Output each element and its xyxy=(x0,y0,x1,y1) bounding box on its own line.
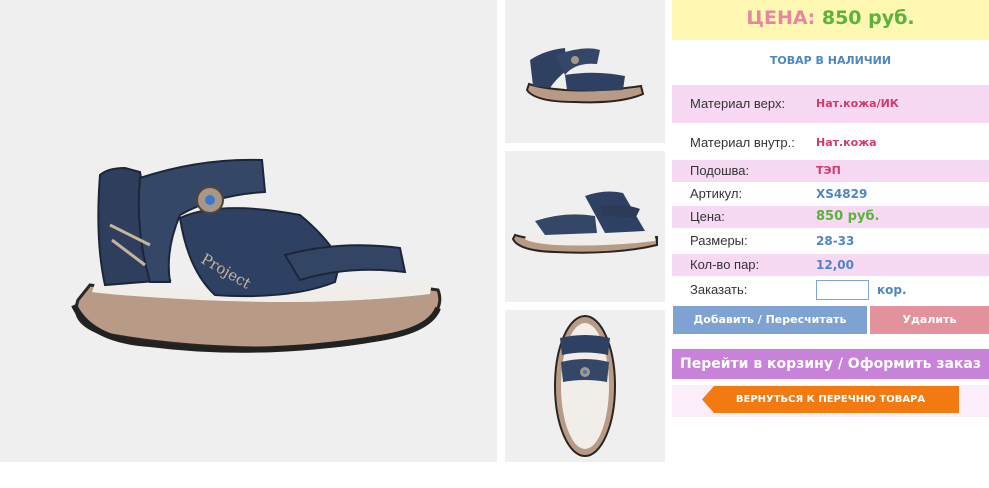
thumbnail-1[interactable] xyxy=(505,0,665,143)
order-label: Заказать: xyxy=(690,282,748,297)
stock-status: ТОВАР В НАЛИЧИИ xyxy=(769,54,892,67)
spec-row-sizes: Размеры: 28-33 xyxy=(672,230,989,252)
spec-value: ТЭП xyxy=(816,164,841,177)
spec-value: 28-33 xyxy=(816,234,855,248)
spec-value: 12,00 xyxy=(816,258,854,272)
spec-key: Артикул: xyxy=(690,186,743,201)
spec-row-sole: Подошва: ТЭП xyxy=(672,160,989,182)
spec-key: Цена: xyxy=(690,209,725,224)
spec-key: Материал верх: xyxy=(690,96,786,111)
spec-value: Нат.кожа xyxy=(816,136,877,149)
spec-row-material-upper: Материал верх: Нат.кожа/ИК xyxy=(672,85,989,123)
product-info-panel: ЦЕНА: 850 руб. ТОВАР В НАЛИЧИИ Материал … xyxy=(672,0,989,488)
back-to-list-button[interactable]: ВЕРНУТЬСЯ К ПЕРЕЧНЮ ТОВАРА xyxy=(702,386,959,413)
main-product-image[interactable]: Project xyxy=(0,0,497,462)
spec-value: XS4829 xyxy=(816,187,868,201)
spec-key: Подошва: xyxy=(690,163,750,178)
spec-row-article: Артикул: XS4829 xyxy=(672,183,989,205)
price-label: ЦЕНА: xyxy=(746,7,816,29)
spec-key: Размеры: xyxy=(690,233,748,248)
order-unit: кор. xyxy=(877,283,907,297)
thumbnail-2[interactable] xyxy=(505,151,665,302)
back-button-container: ВЕРНУТЬСЯ К ПЕРЕЧНЮ ТОВАРА xyxy=(672,385,989,417)
order-quantity-input[interactable] xyxy=(816,280,869,300)
spec-row-material-inner: Материал внутр.: Нат.кожа xyxy=(672,123,989,159)
price-banner: ЦЕНА: 850 руб. xyxy=(672,0,989,40)
delete-button[interactable]: Удалить xyxy=(870,306,989,334)
price-value: 850 руб. xyxy=(821,7,915,29)
thumbnail-3[interactable] xyxy=(505,310,665,462)
spec-row-price: Цена: 850 руб. xyxy=(672,206,989,228)
spec-value: Нат.кожа/ИК xyxy=(816,97,899,110)
go-to-cart-button[interactable]: Перейти в корзину / Оформить заказ xyxy=(672,349,989,379)
spec-key: Материал внутр.: xyxy=(690,135,795,150)
spec-key: Кол-во пар: xyxy=(690,257,760,272)
spec-row-quantity: Кол-во пар: 12,00 xyxy=(672,254,989,276)
add-recalculate-button[interactable]: Добавить / Пересчитать xyxy=(673,306,867,334)
spec-value: 850 руб. xyxy=(816,209,880,224)
